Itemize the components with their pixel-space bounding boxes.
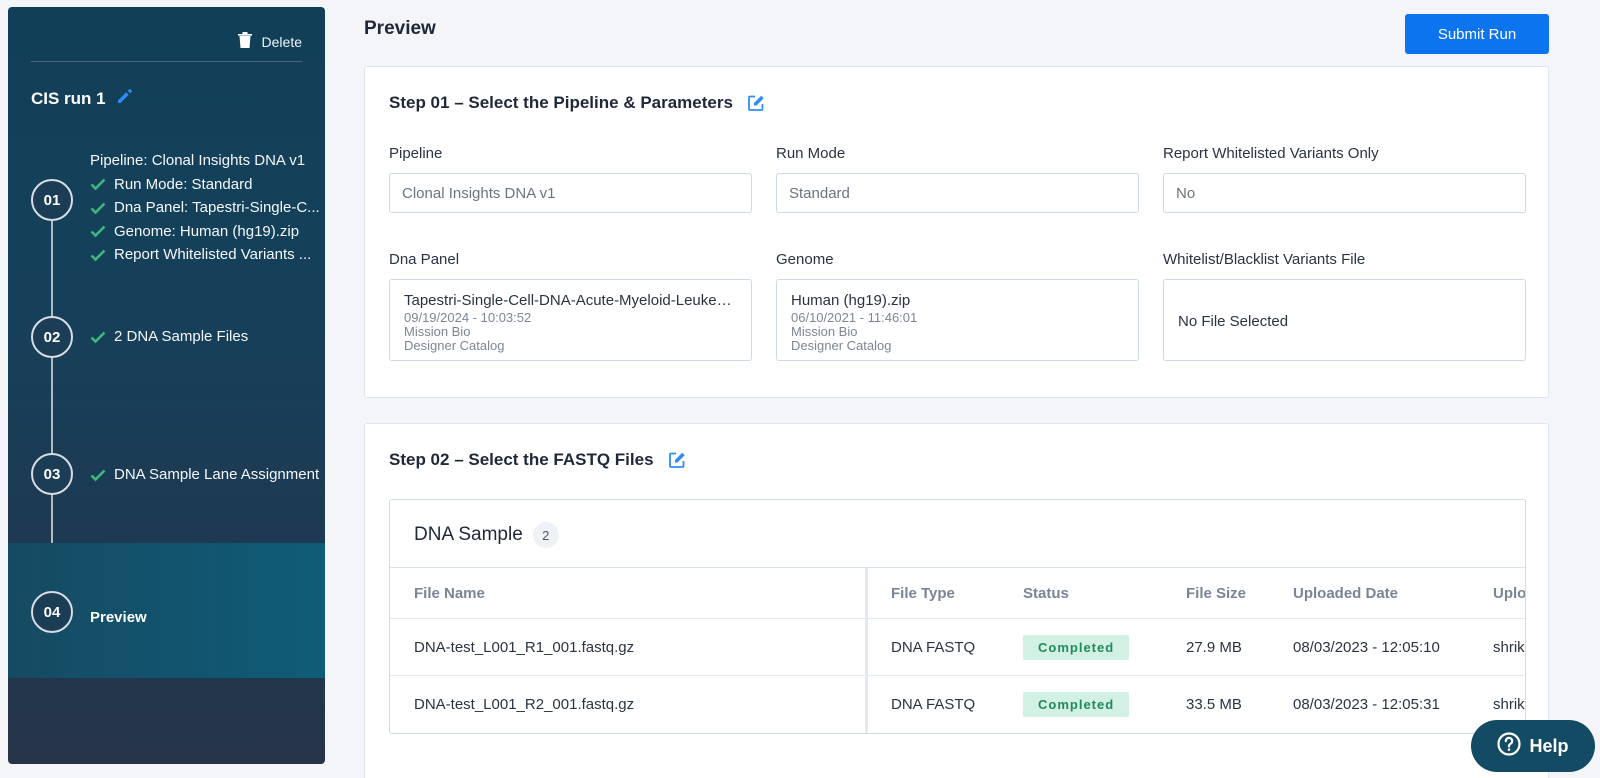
column-header-uploaded-date[interactable]: Uploaded Date [1293, 568, 1398, 618]
question-circle-icon [1497, 731, 1522, 761]
uploaded-by-cell: shrikant [1493, 638, 1525, 656]
file-size-cell: 33.5 MB [1186, 696, 1242, 713]
column-header-file-size[interactable]: File Size [1186, 568, 1246, 618]
variants-file-field[interactable]: No File Selected [1163, 279, 1526, 361]
step-3-circle[interactable]: 03 [31, 453, 73, 495]
uploaded-date-cell: 08/03/2023 - 12:05:10 [1293, 638, 1440, 656]
step-1-card: Step 01 – Select the Pipeline & Paramete… [364, 66, 1549, 398]
pencil-icon[interactable] [116, 87, 134, 110]
check-icon [90, 202, 106, 215]
column-header-file-name[interactable]: File Name [414, 568, 485, 618]
dna-panel-org: Mission Bio [404, 324, 471, 339]
step-2-title: Step 02 – Select the FASTQ Files [389, 450, 686, 470]
status-cell: Completed [1023, 619, 1130, 675]
step-1-summary[interactable]: Pipeline: Clonal Insights DNA v1 Run Mod… [90, 149, 320, 267]
step-2-circle[interactable]: 02 [31, 316, 73, 358]
status-badge: Completed [1023, 692, 1130, 717]
genome-catalog: Designer Catalog [791, 338, 892, 353]
dna-panel-name: Tapestri-Single-Cell-DNA-Acute-Myeloid-L… [404, 292, 737, 309]
page-title: Preview [364, 18, 436, 39]
dna-sample-panel: DNA Sample 2 File Name File Type Status … [389, 499, 1526, 734]
step-2-summary[interactable]: 2 DNA Sample Files [90, 325, 248, 349]
trash-icon [237, 31, 253, 52]
dna-sample-title: DNA Sample 2 [414, 522, 559, 548]
variants-file-value: No File Selected [1178, 313, 1289, 330]
table-row[interactable]: DNA-test_L001_R2_001.fastq.gz DNA FASTQ … [390, 676, 1525, 733]
run-name: CIS run 1 [31, 88, 106, 108]
file-type-cell: DNA FASTQ [891, 638, 976, 656]
edit-square-icon[interactable] [747, 94, 765, 112]
step-3-summary[interactable]: DNA Sample Lane Assignment [90, 463, 319, 487]
delete-label: Delete [261, 33, 302, 50]
step-2-files: 2 DNA Sample Files [90, 325, 248, 349]
dna-panel-catalog: Designer Catalog [404, 338, 505, 353]
help-label: Help [1529, 735, 1569, 756]
step-1-dna-panel: Dna Panel: Tapestri-Single-C... [90, 196, 320, 220]
variants-file-label: Whitelist/Blacklist Variants File [1163, 251, 1366, 268]
genome-field[interactable]: Human (hg19).zip 06/10/2021 - 11:46:01 M… [776, 279, 1139, 361]
report-whitelisted-field[interactable]: No [1163, 173, 1526, 213]
genome-name: Human (hg19).zip [791, 292, 911, 309]
sidebar-header: Delete [31, 7, 302, 62]
file-name-cell: DNA-test_L001_R1_001.fastq.gz [414, 638, 635, 656]
pipeline-field[interactable]: Clonal Insights DNA v1 [389, 173, 752, 213]
step-4-circle[interactable]: 04 [31, 591, 73, 633]
help-button[interactable]: Help [1471, 720, 1595, 772]
dna-panel-field[interactable]: Tapestri-Single-Cell-DNA-Acute-Myeloid-L… [389, 279, 752, 361]
report-whitelisted-label: Report Whitelisted Variants Only [1163, 145, 1379, 162]
column-resize-handle[interactable] [865, 568, 868, 618]
check-icon [90, 469, 106, 482]
genome-label: Genome [776, 251, 834, 268]
dna-sample-header: DNA Sample 2 [390, 500, 1525, 568]
delete-button[interactable]: Delete [237, 31, 302, 52]
count-badge: 2 [532, 522, 559, 548]
check-icon [90, 178, 106, 191]
table-header-row: File Name File Type Status File Size Upl… [390, 568, 1525, 619]
column-divider [865, 619, 868, 675]
status-cell: Completed [1023, 676, 1130, 733]
check-icon [90, 331, 106, 344]
step-4-label[interactable]: Preview [90, 609, 147, 626]
dna-panel-date: 09/19/2024 - 10:03:52 [404, 310, 532, 325]
column-header-file-type[interactable]: File Type [891, 568, 955, 618]
step-1-genome: Genome: Human (hg19).zip [90, 220, 320, 244]
edit-square-icon[interactable] [668, 451, 686, 469]
column-divider [865, 676, 868, 733]
run-title: CIS run 1 [31, 87, 134, 110]
file-type-cell: DNA FASTQ [891, 696, 976, 713]
dna-panel-label: Dna Panel [389, 251, 460, 268]
file-name-cell: DNA-test_L001_R2_001.fastq.gz [414, 696, 635, 713]
run-mode-label: Run Mode [776, 145, 846, 162]
submit-run-button[interactable]: Submit Run [1405, 14, 1549, 54]
step-1-report-whitelisted: Report Whitelisted Variants ... [90, 243, 320, 267]
file-size-cell: 27.9 MB [1186, 638, 1242, 656]
column-header-status[interactable]: Status [1023, 568, 1069, 618]
step-1-title: Step 01 – Select the Pipeline & Paramete… [389, 93, 765, 113]
step-2-card: Step 02 – Select the FASTQ Files DNA Sam… [364, 423, 1549, 778]
pipeline-label: Pipeline [389, 145, 443, 162]
uploaded-date-cell: 08/03/2023 - 12:05:31 [1293, 696, 1440, 713]
genome-date: 06/10/2021 - 11:46:01 [791, 310, 918, 325]
run-mode-field[interactable]: Standard [776, 173, 1139, 213]
check-icon [90, 225, 106, 238]
status-badge: Completed [1023, 634, 1130, 660]
table-row[interactable]: DNA-test_L001_R1_001.fastq.gz DNA FASTQ … [390, 619, 1525, 676]
column-header-uploaded-by[interactable]: Uploaded By [1493, 568, 1525, 618]
step-1-run-mode: Run Mode: Standard [90, 173, 320, 197]
check-icon [90, 249, 106, 262]
genome-org: Mission Bio [791, 324, 858, 339]
step-1-pipeline: Pipeline: Clonal Insights DNA v1 [90, 152, 306, 170]
step-1-circle[interactable]: 01 [31, 179, 73, 221]
step-3-lane-assignment: DNA Sample Lane Assignment [90, 463, 319, 487]
sidebar: Delete CIS run 1 01 Pipeline: Clonal Ins… [8, 7, 325, 764]
